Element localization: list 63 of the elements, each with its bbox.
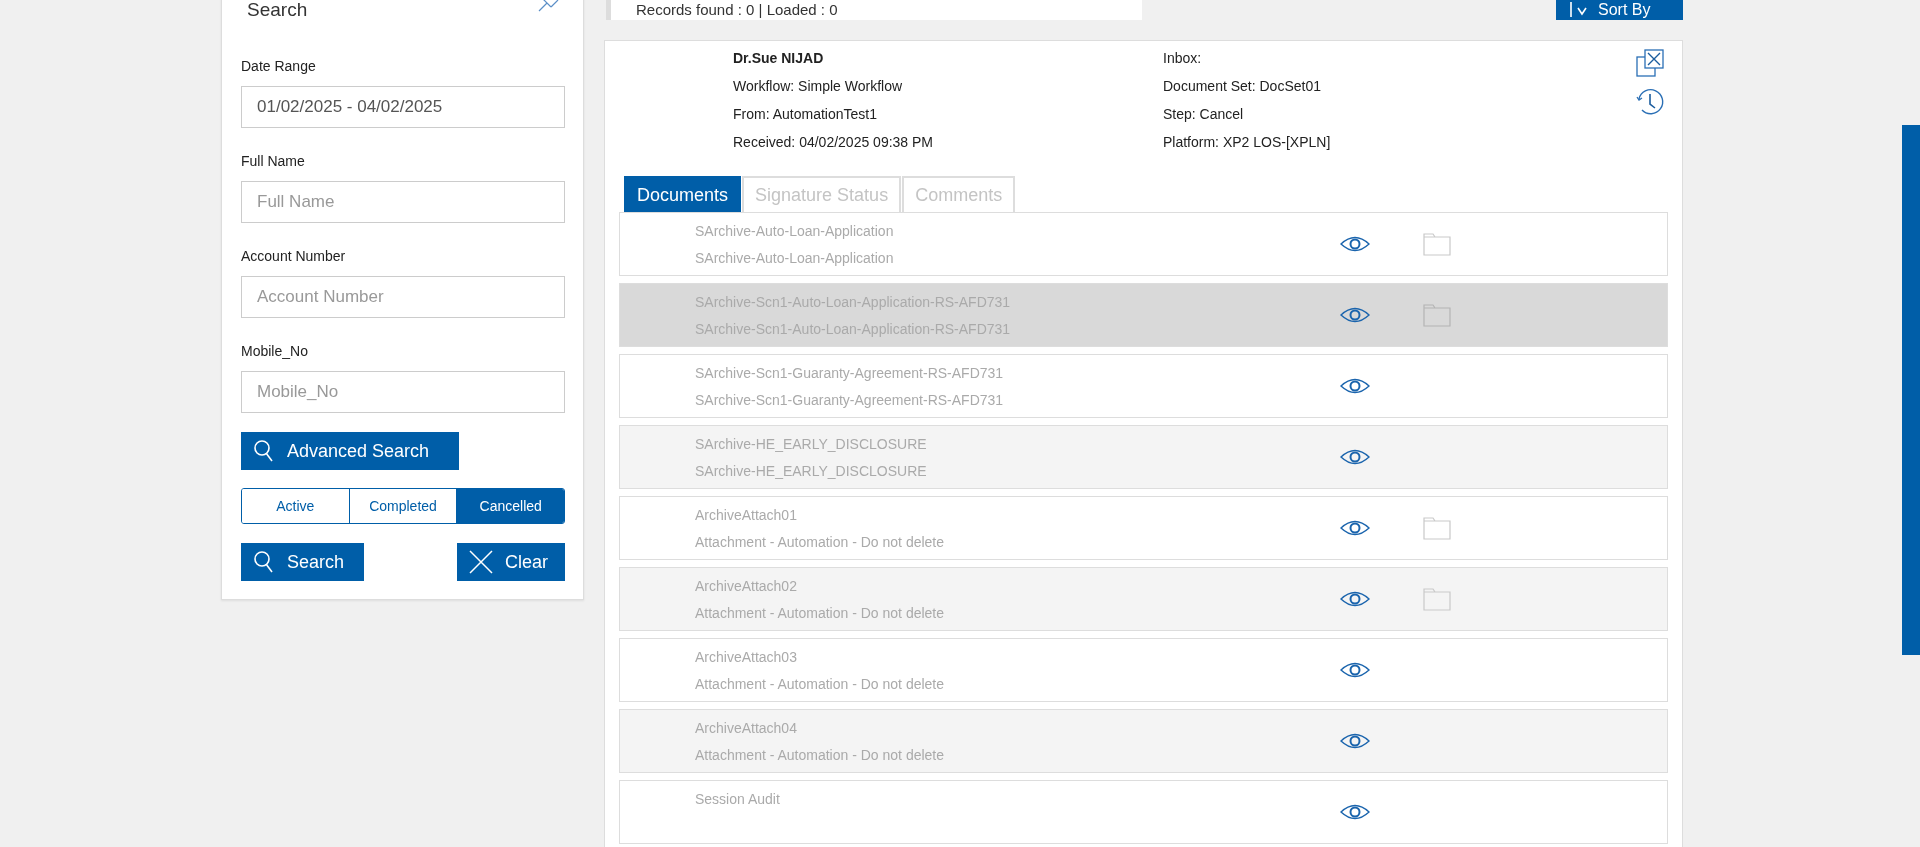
search-icon <box>253 550 275 574</box>
detail-text: Inbox: <box>1163 49 1203 68</box>
detail-text: From: AutomationTest1 <box>733 105 878 124</box>
sort-button[interactable]: Sort By <box>1556 0 1683 20</box>
field-label: Full Name <box>241 153 306 170</box>
input-field[interactable]: 01/02/2025 - 04/02/2025 <box>241 86 565 128</box>
document-row[interactable]: ArchiveAttach04 Attachment - Automation - Do not delete <box>619 709 1668 773</box>
status-toggle[interactable]: Cancelled <box>456 489 564 523</box>
eye-icon[interactable] <box>1340 448 1370 466</box>
detail-text: Received: 04/02/2025 09:38 PM <box>733 133 935 152</box>
document-row[interactable]: SArchive-HE_EARLY_DISCLOSURE SArchive-HE_EARLY_DISCLOSURE <box>619 425 1668 489</box>
eye-icon[interactable] <box>1340 235 1370 253</box>
field-label: Account Number <box>241 248 347 265</box>
document-subtitle: Attachment - Automation - Do not delete <box>695 604 946 622</box>
search-icon <box>253 439 275 463</box>
search-button[interactable]: Search <box>241 543 364 581</box>
document-row[interactable]: SArchive-Scn1-Guaranty-Agreement-RS-AFD731 SArchive-Scn1-Guaranty-Agreement-RS-AFD731 <box>619 354 1668 418</box>
tab[interactable]: Signature Status <box>742 176 902 212</box>
document-row[interactable]: Session Audit <box>619 780 1668 844</box>
records-summary: Records found : 0 | Loaded : 0 <box>636 1 838 18</box>
document-title: ArchiveAttach04 <box>695 719 798 737</box>
scrollbar-thumb[interactable] <box>1902 125 1920 655</box>
field-label: Date Range <box>241 58 317 75</box>
document-row[interactable]: ArchiveAttach03 Attachment - Automation - Do not delete <box>619 638 1668 702</box>
clear-button[interactable]: Clear <box>457 543 565 581</box>
customer-name: Dr.Sue NIJAD <box>733 49 825 68</box>
document-subtitle: SArchive-HE_EARLY_DISCLOSURE <box>695 462 928 480</box>
tab[interactable]: Comments <box>902 176 1016 212</box>
eye-icon[interactable] <box>1340 306 1370 324</box>
document-subtitle: Attachment - Automation - Do not delete <box>695 675 946 693</box>
field-label: Mobile_No <box>241 343 309 360</box>
document-subtitle: Attachment - Automation - Do not delete <box>695 746 946 764</box>
close-icon <box>469 550 493 574</box>
eye-icon[interactable] <box>1340 590 1370 608</box>
document-row[interactable]: SArchive-Auto-Loan-Application SArchive-Auto-Loan-Application <box>619 212 1668 276</box>
document-row[interactable]: ArchiveAttach02 Attachment - Automation - Do not delete <box>619 567 1668 631</box>
sort-icon <box>1568 2 1588 18</box>
input-field[interactable]: Full Name <box>241 181 565 223</box>
document-subtitle: SArchive-Auto-Loan-Application <box>695 249 895 267</box>
detail-text: Document Set: DocSet01 <box>1163 77 1322 96</box>
advanced-search-button[interactable]: Advanced Search <box>241 432 459 470</box>
document-title: ArchiveAttach01 <box>695 506 798 524</box>
input-field[interactable]: Account Number <box>241 276 565 318</box>
eye-icon[interactable] <box>1340 803 1370 821</box>
detail-text: Step: Cancel <box>1163 105 1245 124</box>
detail-text: Platform: XP2 LOS-[XPLN] <box>1163 133 1332 152</box>
document-subtitle: Attachment - Automation - Do not delete <box>695 533 946 551</box>
eye-icon[interactable] <box>1340 732 1370 750</box>
panel-title: Search <box>247 0 308 21</box>
document-subtitle: SArchive-Scn1-Guaranty-Agreement-RS-AFD731 <box>695 391 1005 409</box>
eye-icon[interactable] <box>1340 377 1370 395</box>
eye-icon[interactable] <box>1340 661 1370 679</box>
document-title: SArchive-Auto-Loan-Application <box>695 222 895 240</box>
document-title: SArchive-HE_EARLY_DISCLOSURE <box>695 435 928 453</box>
document-title: ArchiveAttach02 <box>695 577 798 595</box>
tab[interactable]: Documents <box>624 176 742 212</box>
input-field[interactable]: Mobile_No <box>241 371 565 413</box>
document-title: ArchiveAttach03 <box>695 648 798 666</box>
eye-icon[interactable] <box>1340 519 1370 537</box>
document-title: SArchive-Scn1-Guaranty-Agreement-RS-AFD731 <box>695 364 1005 382</box>
document-row[interactable]: ArchiveAttach01 Attachment - Automation - Do not delete <box>619 496 1668 560</box>
document-title: Session Audit <box>695 790 781 808</box>
detail-text: Workflow: Simple Workflow <box>733 77 904 96</box>
